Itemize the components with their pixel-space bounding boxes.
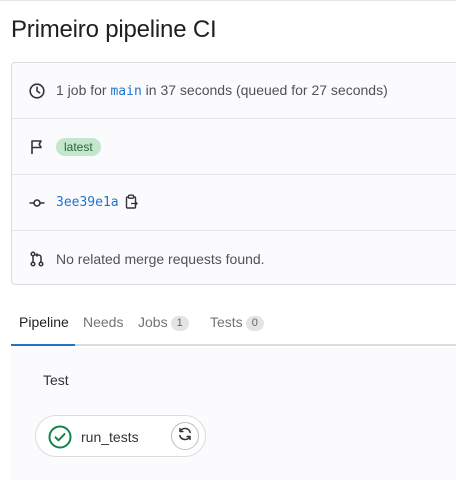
branch-link[interactable]: main [110, 84, 141, 99]
pipeline-duration-text: 1 job for main in 37 seconds (queued for… [56, 82, 388, 99]
commit-icon [28, 194, 46, 212]
clock-icon [28, 82, 46, 100]
jobs-count-badge: 1 [170, 316, 189, 331]
job-name: run_tests [81, 429, 139, 445]
tab-needs[interactable]: Needs [83, 314, 123, 330]
stage-title: Test [43, 372, 69, 388]
commit-sha-link[interactable]: 3ee39e1a [56, 195, 119, 210]
pipeline-commit-row: 3ee39e1a [12, 175, 456, 231]
tab-jobs[interactable]: Jobs 1 [138, 314, 189, 331]
badges: latest [56, 137, 101, 156]
jobs-count-text: 1 job for [56, 82, 111, 98]
commit-info: 3ee39e1a [56, 193, 139, 211]
retry-button[interactable] [171, 422, 199, 450]
tab-tests[interactable]: Tests 0 [210, 314, 264, 331]
latest-badge: latest [56, 137, 101, 156]
tab-tests-label: Tests [210, 314, 243, 330]
tab-jobs-label: Jobs [138, 314, 168, 330]
job-item[interactable]: run_tests [35, 415, 206, 457]
tests-count-badge: 0 [245, 316, 264, 331]
page-title: Primeiro pipeline CI [11, 16, 217, 43]
pipeline-tabs: Pipeline Needs Jobs 1 Tests 0 [11, 300, 456, 346]
active-tab-indicator [11, 344, 75, 346]
pipeline-duration-row: 1 job for main in 37 seconds (queued for… [12, 63, 456, 119]
pipeline-graph: Test run_tests [11, 348, 456, 480]
tab-needs-label: Needs [83, 314, 124, 330]
merge-requests-text: No related merge requests found. [56, 251, 265, 267]
status-success-icon [48, 425, 72, 449]
duration-text: in 37 seconds (queued for 27 seconds) [141, 82, 388, 98]
pipeline-info-card: 1 job for main in 37 seconds (queued for… [11, 62, 456, 285]
tab-pipeline[interactable]: Pipeline [19, 314, 69, 330]
merge-request-icon [28, 250, 46, 268]
flag-icon [28, 138, 46, 156]
pipeline-badges-row: latest [12, 119, 456, 175]
pipeline-merge-request-row: No related merge requests found. [12, 231, 456, 287]
copy-icon[interactable] [125, 194, 139, 212]
retry-icon [177, 426, 193, 447]
top-border [0, 0, 456, 1]
tab-pipeline-label: Pipeline [19, 314, 69, 330]
